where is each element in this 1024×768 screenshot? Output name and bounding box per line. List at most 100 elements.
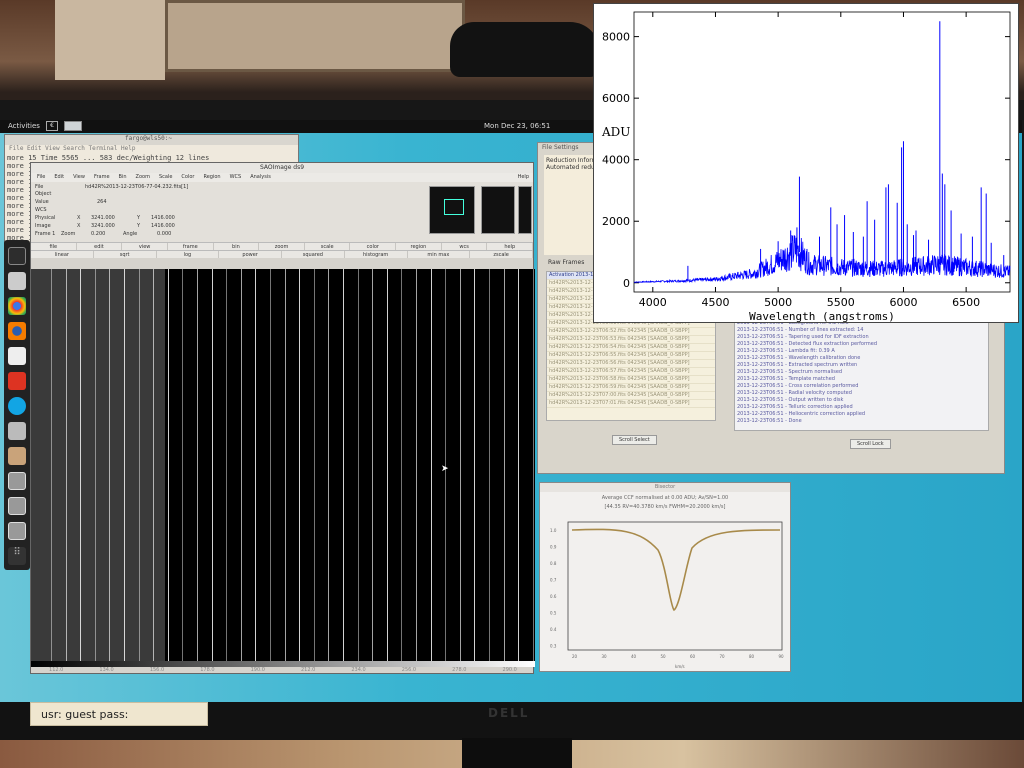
raw-frame-row[interactable]: hd42R%2013-12-23T07:01.fits 042345 [SAAD… [547, 400, 715, 408]
webcam [450, 22, 600, 77]
window-switcher-icon[interactable] [64, 121, 82, 131]
spectral-order-stripe [416, 269, 417, 661]
log-list[interactable]: 2013-12-23T06:51 - Background fit: 3.2 A… [734, 319, 989, 431]
raw-frame-row[interactable]: hd42R%2013-12-23T06:59.fits 042345 [SAAD… [547, 384, 715, 392]
ds9-menubar: File Edit View Frame Bin Zoom Scale Color Region… [31, 173, 533, 182]
plot-x-tick: 20 [572, 654, 578, 659]
plot-x-tick: 70 [720, 654, 726, 659]
colorbar-tick: 278.0 [452, 667, 467, 673]
ds9-help-menu[interactable]: Help [518, 173, 529, 182]
ds9-menu-wcs[interactable]: WCS [230, 173, 242, 182]
ds9-button-sqrt[interactable]: sqrt [94, 251, 157, 258]
skype-icon[interactable] [8, 397, 26, 415]
ds9-button-linear[interactable]: linear [31, 251, 94, 258]
value-value: 264 [97, 199, 107, 205]
raw-frame-row[interactable]: hd42R%2013-12-23T06:52.fits 042345 [SAAD… [547, 328, 715, 336]
document-icon[interactable] [8, 347, 26, 365]
spectral-order-stripe [182, 269, 184, 661]
raw-frame-row[interactable]: hd42R%2013-12-23T06:55.fits 042345 [SAAD… [547, 352, 715, 360]
x-tick-label: 5500 [827, 296, 855, 309]
ds9-button-squared[interactable]: squared [282, 251, 345, 258]
ds9-button-zoom[interactable]: zoom [259, 243, 305, 250]
terminal-icon[interactable] [8, 247, 26, 265]
raw-frame-row[interactable]: hd42R%2013-12-23T06:56.fits 042345 [SAAD… [547, 360, 715, 368]
y-tick-label: 0 [623, 277, 630, 290]
ds9-button-color[interactable]: color [350, 243, 397, 250]
plot-y-tick: 0.9 [550, 545, 557, 550]
activities-button[interactable]: Activities [8, 122, 40, 130]
image-y-label: Y [137, 223, 141, 229]
colorbar-tick: 234.0 [351, 667, 366, 673]
zoom-value: 0.200 [91, 231, 106, 237]
ds9-window[interactable]: SAOImage ds9 File Edit View Frame Bin Zoom Sca… [30, 162, 535, 675]
keyboard-layout-indicator[interactable]: € [46, 121, 58, 131]
log-row: 2013-12-23T06:51 - Number of lines extra… [737, 327, 864, 333]
ds9-button-scale[interactable]: scale [305, 243, 351, 250]
firefox-icon[interactable] [8, 322, 26, 340]
raw-frame-row[interactable]: hd42R%2013-12-23T07:00.fits 042345 [SAAD… [547, 392, 715, 400]
raw-frame-row[interactable]: hd42R%2013-12-23T06:58.fits 042345 [SAAD… [547, 376, 715, 384]
angle-value: 0.000 [157, 231, 172, 237]
colorbar-ticks: 112.0 134.0 156.0 178.0 190.0 212.0 234.0 256.0… [31, 667, 535, 675]
ds9-menu-frame[interactable]: Frame [94, 173, 110, 182]
ds9-menu-file[interactable]: File [37, 173, 45, 182]
window-icon[interactable] [8, 472, 26, 490]
ds9-button-bin[interactable]: bin [214, 243, 260, 250]
clock[interactable]: Mon Dec 23, 06:51 [484, 122, 550, 130]
ds9-menu-analysis[interactable]: Analysis [250, 173, 271, 182]
y-tick-label: 2000 [602, 215, 630, 228]
ds9-menu-zoom[interactable]: Zoom [136, 173, 150, 182]
ds9-button-log[interactable]: log [157, 251, 220, 258]
pdf-reader-icon[interactable] [8, 372, 26, 390]
ds9-button-wcs[interactable]: wcs [442, 243, 488, 250]
spectral-order-stripe [211, 269, 213, 661]
ds9-button-power[interactable]: power [219, 251, 282, 258]
raw-frame-row[interactable]: hd42R%2013-12-23T06:54.fits 042345 [SAAD… [547, 344, 715, 352]
screenshot-icon[interactable] [8, 422, 26, 440]
ds9-button-help[interactable]: help [487, 243, 534, 250]
spectral-order-stripe [401, 269, 403, 661]
ds9-button-frame[interactable]: frame [168, 243, 214, 250]
spectral-order-stripe [138, 269, 140, 661]
raw-frame-row[interactable]: hd42R%2013-12-23T06:53.fits 042345 [SAAD… [547, 336, 715, 344]
ds9-button-edit[interactable]: edit [77, 243, 123, 250]
spectral-order-stripe [167, 269, 169, 661]
terminal-menu[interactable]: File Edit View Search Terminal Help [5, 145, 298, 154]
spectral-order-stripe [489, 269, 490, 661]
ds9-menu-bin[interactable]: Bin [119, 173, 127, 182]
colorbar-tick: 178.0 [200, 667, 215, 673]
bisector-plot-window[interactable]: Bisector Average CCF normalised at 0.00 … [539, 482, 791, 672]
window-icon[interactable] [8, 497, 26, 515]
chrome-icon[interactable] [8, 297, 26, 315]
ds9-image-canvas[interactable]: ➤ [31, 269, 535, 661]
ds9-button-region[interactable]: region [396, 243, 442, 250]
raw-frame-row[interactable]: hd42R%2013-12-23T06:57.fits 042345 [SAAD… [547, 368, 715, 376]
gimp-icon[interactable] [8, 447, 26, 465]
bisector-title: Bisector [540, 483, 790, 492]
ds9-menu-color[interactable]: Color [181, 173, 194, 182]
plot-x-tick: 30 [602, 654, 608, 659]
credential-sticker: usr: guest pass: [30, 702, 208, 726]
ds9-button-file[interactable]: file [31, 243, 77, 250]
panner-box[interactable] [444, 199, 464, 215]
apps-grid-icon[interactable]: ⠿ [8, 547, 26, 565]
ds9-button-view[interactable]: view [122, 243, 168, 250]
ds9-menu-edit[interactable]: Edit [54, 173, 64, 182]
spectral-order-stripe [51, 269, 52, 661]
ds9-button-zscale[interactable]: zscale [470, 251, 533, 258]
log-row: 2013-12-23T06:51 - Lambda fit: 0.39 A [737, 348, 835, 354]
ccf-plot: 1.0 0.9 0.8 0.7 0.6 0.5 0.4 0.3 20 30 40 50 60 70 80 9… [550, 521, 784, 669]
object-label: Object [35, 191, 52, 197]
colorbar-tick: 190.0 [250, 667, 265, 673]
scroll-select-button[interactable]: Scroll Select [612, 435, 657, 445]
files-icon[interactable] [8, 272, 26, 290]
ds9-menu-scale[interactable]: Scale [159, 173, 172, 182]
ds9-button-histogram[interactable]: histogram [345, 251, 408, 258]
log-row: 2013-12-23T06:51 - Telluric correction a… [737, 404, 853, 410]
ds9-menu-view[interactable]: View [73, 173, 85, 182]
scroll-lock-button[interactable]: Scroll Lock [850, 439, 891, 449]
ds9-button-min-max[interactable]: min max [408, 251, 471, 258]
window-icon[interactable] [8, 522, 26, 540]
panner-view[interactable] [429, 186, 475, 234]
ds9-menu-region[interactable]: Region [203, 173, 220, 182]
